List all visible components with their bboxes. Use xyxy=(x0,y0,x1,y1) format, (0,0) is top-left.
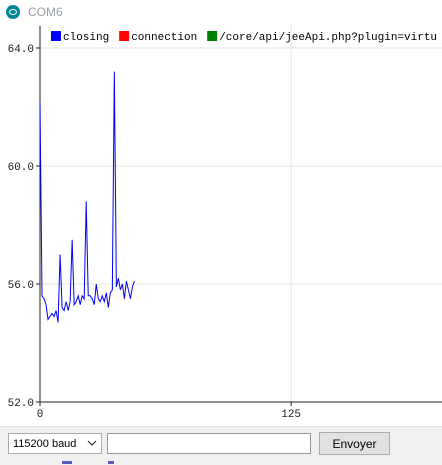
baud-rate-select[interactable]: 115200 baud xyxy=(8,433,102,454)
legend-label: /core/api/jeeApi.php?plugin=virtu xyxy=(219,32,437,44)
series-line-closing xyxy=(39,71,135,323)
y-tick-label: 64.0 xyxy=(8,44,34,56)
legend-label: connection xyxy=(131,32,197,44)
bottom-strip xyxy=(0,459,442,465)
serial-plot: 64.0 60.0 56.0 52.00 125 closing connection/c… xyxy=(8,24,442,421)
title-bar: COM6 xyxy=(0,0,442,24)
arduino-icon xyxy=(6,5,20,19)
strip-mark xyxy=(62,461,72,464)
y-tick-label: 60.0 xyxy=(8,162,34,174)
y-tick-label: 52.0 xyxy=(8,398,34,410)
x-tick-label: 0 xyxy=(37,409,44,421)
legend-swatch xyxy=(119,31,130,41)
plotter-area: 64.0 60.0 56.0 52.0 0 125 closing connection/c… xyxy=(0,24,442,426)
send-button[interactable]: Envoyer xyxy=(319,432,390,455)
legend-swatch xyxy=(207,31,218,41)
legend-label: closing xyxy=(63,32,109,44)
chevron-down-icon xyxy=(87,440,97,446)
legend-swatch xyxy=(51,31,61,41)
baud-rate-value: 115200 baud xyxy=(13,437,77,450)
strip-mark xyxy=(108,461,114,464)
y-tick-label: 56.0 xyxy=(8,280,34,292)
x-tick-label: 125 xyxy=(281,409,301,421)
send-input[interactable] xyxy=(107,433,311,454)
window-title: COM6 xyxy=(28,5,63,19)
